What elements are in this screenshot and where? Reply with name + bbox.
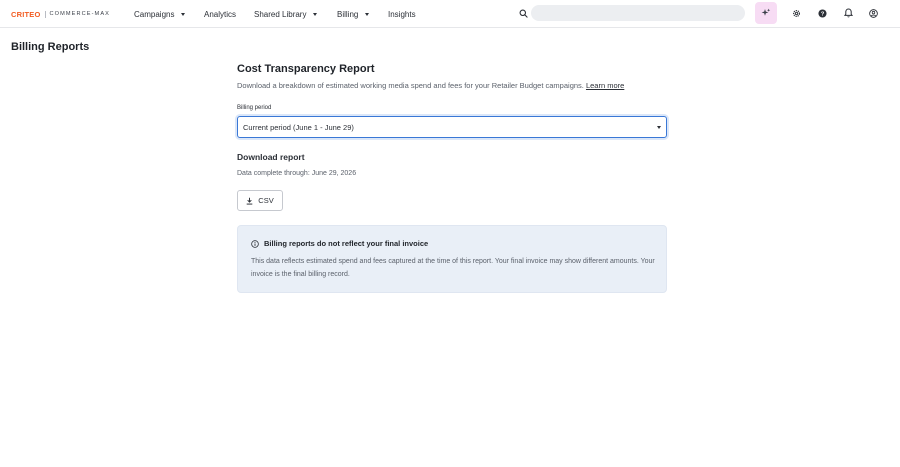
top-navigation: CRITEO COMMERCE-MAX Campaigns Analytics … [0,0,900,28]
info-icon [251,240,259,248]
download-report-heading: Download report [237,152,305,162]
logo-divider [44,10,46,18]
page-title: Billing Reports [11,41,90,53]
criteo-commerce-max-logo[interactable]: CRITEO COMMERCE-MAX [11,9,110,19]
user-icon [868,8,878,18]
search-input[interactable] [531,5,745,21]
billing-notice: Billing reports do not reflect your fina… [237,225,667,293]
search-icon [519,9,528,18]
report-title: Cost Transparency Report [237,63,375,75]
report-description: Download a breakdown of estimated workin… [237,81,667,91]
logo-criteo-text: CRITEO [11,9,41,19]
data-complete-text: Data complete through: June 29, 2026 [237,170,357,177]
learn-more-link[interactable]: Learn more [586,81,624,90]
billing-period-value: Current period (June 1 - June 29) [243,122,354,132]
download-csv-button[interactable]: CSV [237,190,283,211]
nav-campaigns-label: Campaigns [134,9,175,19]
chevron-down-icon [365,12,370,16]
report-description-text: Download a breakdown of estimated workin… [237,81,584,90]
notice-title: Billing reports do not reflect your fina… [264,239,429,248]
chevron-down-icon [181,12,186,16]
svg-text:?: ? [820,11,824,17]
nav-insights-label: Insights [388,9,416,19]
notifications-button[interactable] [841,6,855,20]
billing-period-label: Billing period [237,105,272,111]
nav-analytics[interactable]: Analytics [204,7,236,21]
help-button[interactable]: ? [815,6,829,20]
nav-insights[interactable]: Insights [388,7,416,21]
nav-shared-library-label: Shared Library [254,9,307,19]
csv-label: CSV [258,196,274,205]
chevron-down-icon [657,126,661,129]
notice-body: This data reflects estimated spend and f… [251,258,655,278]
gear-icon [792,9,800,17]
ai-assistant-button[interactable] [755,2,777,24]
logo-product-text: COMMERCE-MAX [49,11,110,17]
account-button[interactable] [866,6,880,20]
settings-button[interactable] [789,6,803,20]
bell-icon [843,8,853,18]
help-icon: ? [817,8,827,17]
download-icon [246,197,253,205]
nav-billing[interactable]: Billing [337,7,370,21]
chevron-down-icon [313,12,318,16]
billing-period-select[interactable]: Current period (June 1 - June 29) [237,116,667,138]
nav-campaigns[interactable]: Campaigns [134,7,186,21]
nav-billing-label: Billing [337,9,359,19]
sparkle-icon [761,8,771,16]
nav-analytics-label: Analytics [204,9,237,19]
cost-transparency-report: Cost Transparency Report Download a brea… [237,62,667,91]
nav-shared-library[interactable]: Shared Library [254,7,318,21]
